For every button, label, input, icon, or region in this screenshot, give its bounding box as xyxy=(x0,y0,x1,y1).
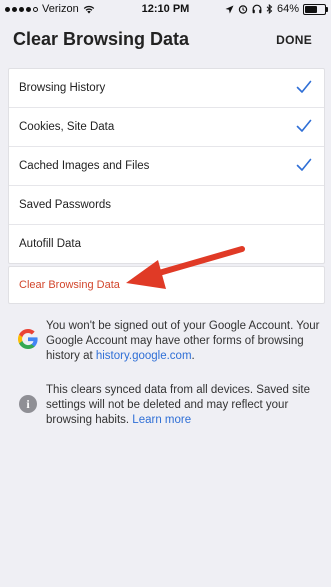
page-title: Clear Browsing Data xyxy=(13,29,190,49)
bluetooth-icon xyxy=(266,4,273,14)
option-saved-passwords[interactable]: Saved Passwords xyxy=(9,186,324,225)
battery-percent: 64% xyxy=(276,3,299,15)
checkmark-icon xyxy=(296,158,312,171)
nav-header: Clear Browsing Data DONE xyxy=(0,20,331,60)
checkmark-icon xyxy=(296,119,312,132)
option-label: Cookies, Site Data xyxy=(19,121,115,133)
option-label: Browsing History xyxy=(19,82,106,94)
info-icon: i xyxy=(19,395,37,413)
clear-browsing-data-button[interactable]: Clear Browsing Data xyxy=(8,266,325,304)
option-label: Autofill Data xyxy=(19,238,82,250)
clear-browsing-data-label: Clear Browsing Data xyxy=(19,279,120,291)
option-cookies-site-data[interactable]: Cookies, Site Data xyxy=(9,108,324,147)
done-button[interactable]: DONE xyxy=(276,33,312,47)
headphones-icon xyxy=(252,4,262,14)
status-right: 64% xyxy=(225,3,328,15)
synced-data-notice-text: This clears synced data from all devices… xyxy=(46,383,321,428)
option-autofill-data[interactable]: Autofill Data xyxy=(9,225,324,263)
option-label: Saved Passwords xyxy=(19,199,112,211)
alarm-icon xyxy=(238,5,248,14)
location-icon xyxy=(225,5,234,13)
google-g-icon xyxy=(18,329,38,349)
checkmark-icon xyxy=(296,80,312,93)
battery-icon xyxy=(303,3,328,15)
status-bar: Verizon 12:10 PM 64% xyxy=(0,0,331,20)
browsing-data-options: Browsing History Cookies, Site Data Cach… xyxy=(8,68,325,264)
option-cached-images-files[interactable]: Cached Images and Files xyxy=(9,147,324,186)
history-google-link[interactable]: history.google.com xyxy=(96,350,192,362)
option-label: Cached Images and Files xyxy=(19,160,150,172)
learn-more-link[interactable]: Learn more xyxy=(132,414,191,426)
battery-fill xyxy=(305,5,318,13)
google-account-notice-text: You won't be signed out of your Google A… xyxy=(46,319,321,364)
option-browsing-history[interactable]: Browsing History xyxy=(9,69,324,108)
notice-suffix: . xyxy=(191,350,195,362)
